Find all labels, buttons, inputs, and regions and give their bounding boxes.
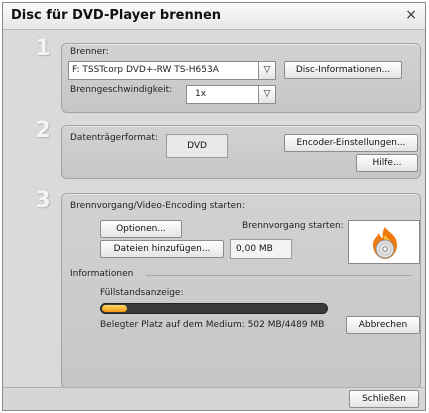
format-value: DVD	[187, 141, 207, 151]
cancel-button[interactable]: Abbrechen	[346, 316, 420, 334]
close-icon[interactable]: ×	[405, 7, 417, 23]
format-value-box: DVD	[166, 134, 228, 158]
fill-label: Füllstandsanzeige:	[100, 288, 184, 298]
speed-value: 1x	[195, 89, 207, 99]
size-value: 0,00 MB	[236, 244, 273, 254]
speed-select[interactable]: 1x ▽	[186, 85, 276, 104]
step-3-number: 3	[35, 188, 51, 213]
format-panel: Datenträgerformat: DVD Encoder-Einstellu…	[61, 125, 421, 179]
step-1-number: 1	[35, 36, 51, 61]
burn-heading: Brennvorgang/Video-Encoding starten:	[70, 201, 245, 211]
add-files-button[interactable]: Dateien hinzufügen...	[100, 240, 224, 258]
burner-label: Brenner:	[70, 47, 109, 57]
encoder-settings-button[interactable]: Encoder-Einstellungen...	[284, 134, 418, 152]
disc-info-button[interactable]: Disc-Informationen...	[284, 61, 402, 79]
fill-progress-fill	[102, 305, 128, 312]
start-burn-label: Brennvorgang starten:	[242, 221, 344, 231]
start-burn-button[interactable]	[348, 220, 420, 264]
info-separator	[146, 275, 412, 276]
burn-dialog: Disc für DVD-Player brennen × 1 Brenner:…	[2, 2, 426, 411]
bottom-bar: Schließen	[3, 387, 425, 410]
speed-label: Brenngeschwindigkeit:	[70, 85, 173, 95]
dialog-title: Disc für DVD-Player brennen	[11, 8, 222, 23]
help-button[interactable]: Hilfe...	[356, 154, 418, 172]
disc-flame-icon	[373, 227, 397, 259]
burner-panel: Brenner: F: TSSTcorp DVD+-RW TS-H653A ▽ …	[61, 43, 421, 113]
chevron-down-icon[interactable]: ▽	[258, 62, 275, 79]
burn-panel: Brennvorgang/Video-Encoding starten: Opt…	[61, 193, 421, 389]
options-button[interactable]: Optionen...	[100, 220, 182, 238]
used-space-label: Belegter Platz auf dem Medium: 502 MB/44…	[100, 320, 325, 330]
burner-select[interactable]: F: TSSTcorp DVD+-RW TS-H653A ▽	[68, 61, 276, 80]
chevron-down-icon[interactable]: ▽	[258, 86, 275, 103]
fill-progress-bar	[100, 303, 328, 314]
step-2-number: 2	[35, 118, 51, 143]
title-bar: Disc für DVD-Player brennen ×	[3, 3, 425, 30]
close-button[interactable]: Schließen	[349, 390, 419, 408]
format-label: Datenträgerformat:	[70, 133, 158, 143]
info-heading: Informationen	[70, 269, 134, 279]
size-value-box: 0,00 MB	[230, 239, 292, 259]
burner-value: F: TSSTcorp DVD+-RW TS-H653A	[72, 65, 219, 75]
